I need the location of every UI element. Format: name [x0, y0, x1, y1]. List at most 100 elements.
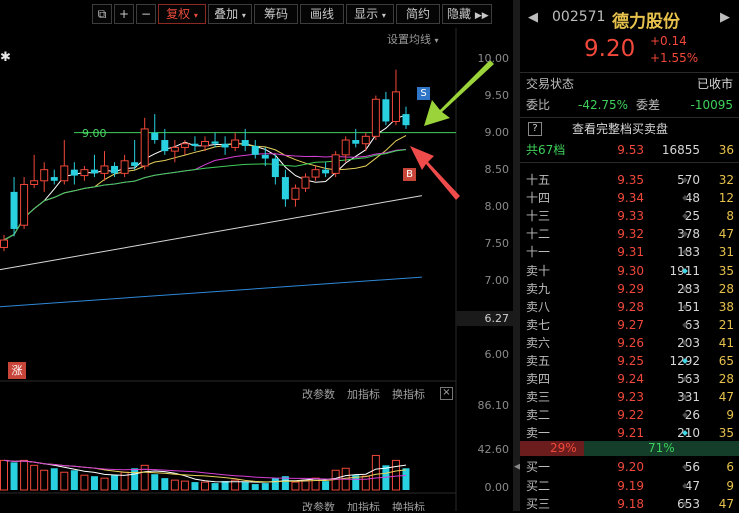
- volume-bar-up: [311, 477, 320, 491]
- sell-count: 47: [718, 390, 734, 405]
- volume-bar-up: [80, 474, 89, 491]
- sell-level-label: 卖十: [526, 263, 551, 278]
- overlay-button[interactable]: 叠加 ▾: [208, 4, 252, 24]
- hide-button[interactable]: 隐藏 ▶▶: [442, 4, 492, 24]
- sell-row[interactable]: 十三 9.33 25 8: [520, 207, 739, 225]
- candle-body-down: [382, 99, 390, 122]
- volume-bar-up: [180, 480, 189, 491]
- sell-row[interactable]: 十四 9.34 48 12: [520, 189, 739, 207]
- sell-price: 9.26: [617, 335, 644, 350]
- chips-button[interactable]: 筹码: [254, 4, 298, 24]
- sell-row[interactable]: 卖一 9.21 210 35: [520, 424, 739, 442]
- sell-volume: 63: [684, 317, 700, 332]
- candle-body-down: [70, 169, 78, 176]
- divider: [520, 72, 739, 73]
- candle-body-up: [30, 180, 39, 185]
- sell-row[interactable]: 卖六 9.26 203 41: [520, 334, 739, 352]
- sell-row[interactable]: 卖四 9.24 563 28: [520, 370, 739, 388]
- display-button[interactable]: 显示 ▾: [346, 4, 394, 24]
- total-levels-row[interactable]: 共67档 9.53 16855 36: [520, 141, 739, 159]
- ma-settings-link[interactable]: 设置均线 ▾: [387, 31, 439, 47]
- sell-row[interactable]: 卖七 9.27 63 21: [520, 316, 739, 334]
- sell-row[interactable]: 卖十 9.30 1911 35: [520, 262, 739, 280]
- full-book-row[interactable]: ? 查看完整档买卖盘: [520, 120, 739, 138]
- buy-price: 9.18: [617, 497, 644, 512]
- buy-row[interactable]: 买一 9.20 56 6: [520, 458, 739, 476]
- sell-count: 41: [718, 335, 734, 350]
- candle-body-down: [151, 132, 159, 141]
- candle-body-down: [352, 140, 360, 144]
- bid-ask-ratio-bar: 29% 71%: [520, 441, 739, 456]
- sell-row[interactable]: 卖九 9.29 283 28: [520, 280, 739, 298]
- kline-chart-area[interactable]: ⧉ + − 复权 ▾ 叠加 ▾ 筹码 画线 显示 ▾ 简约 隐藏 ▶▶ 设置均线…: [0, 0, 513, 511]
- candle-body-up: [60, 165, 69, 182]
- edit-params-link-2[interactable]: 改参数: [302, 499, 335, 511]
- add-indicator-link[interactable]: 加指标: [347, 386, 380, 402]
- zoom-out-icon[interactable]: −: [136, 4, 156, 24]
- sell-signal-marker[interactable]: S: [417, 87, 430, 100]
- red-arrow-annotation: [410, 146, 460, 200]
- sell-volume: 283: [677, 281, 700, 296]
- total-levels-price: 9.53: [617, 143, 644, 157]
- candle-body-up: [0, 239, 8, 248]
- sell-row[interactable]: 卖五 9.25 1292 65: [520, 352, 739, 370]
- sell-count: 35: [718, 263, 734, 278]
- full-book-link[interactable]: 查看完整档买卖盘: [572, 120, 668, 138]
- candle-body-down: [281, 177, 289, 200]
- vol-axis-mid: 42.60: [477, 443, 510, 456]
- kline-chart-svg[interactable]: [0, 0, 513, 511]
- sell-price: 9.29: [617, 281, 644, 296]
- candle-body-down: [261, 154, 269, 159]
- switch-indicator-link-2[interactable]: 换指标: [392, 499, 425, 511]
- sell-level-label: 十一: [526, 245, 551, 260]
- sell-row[interactable]: 卖二 9.22 26 9: [520, 406, 739, 424]
- sell-volume: 331: [677, 390, 700, 405]
- last-price: 9.20: [584, 36, 636, 62]
- add-indicator-link-2[interactable]: 加指标: [347, 499, 380, 511]
- candle-body-up: [391, 91, 400, 123]
- simple-button[interactable]: 简约: [396, 4, 440, 24]
- sell-volume: 25: [684, 209, 700, 224]
- sell-price: 9.23: [617, 390, 644, 405]
- volume-bar-up: [361, 475, 370, 491]
- zoom-in-icon[interactable]: +: [114, 4, 134, 24]
- close-indicator-icon[interactable]: ×: [440, 387, 453, 400]
- simple-label: 简约: [405, 7, 430, 21]
- ask-ratio-text: 71%: [648, 441, 675, 455]
- sell-row[interactable]: 卖八 9.28 151 38: [520, 298, 739, 316]
- sell-level-label: 卖五: [526, 354, 551, 368]
- buy-volume: 47: [684, 478, 700, 493]
- sell-price: 9.21: [617, 426, 644, 441]
- buy-signal-marker[interactable]: B: [403, 168, 416, 181]
- volume-bar-up: [201, 481, 209, 491]
- candle-body-down: [251, 145, 259, 155]
- candle-body-up: [100, 165, 109, 174]
- buy-row[interactable]: 买三 9.18 653 47: [520, 495, 739, 513]
- limit-up-text: 涨: [11, 364, 23, 377]
- total-levels-count: 36: [718, 143, 734, 157]
- candle-body-down: [322, 169, 330, 174]
- sell-count: 21: [718, 317, 734, 332]
- edit-params-link[interactable]: 改参数: [302, 386, 335, 402]
- fuquan-button[interactable]: 复权 ▾: [158, 4, 206, 24]
- candle-body-up: [40, 169, 49, 182]
- candle-body-down: [10, 191, 18, 229]
- buy-row[interactable]: 买二 9.19 47 9: [520, 477, 739, 495]
- sell-row[interactable]: 十五 9.35 570 32: [520, 171, 739, 189]
- window-icon[interactable]: ⧉: [92, 4, 112, 24]
- prev-stock-icon[interactable]: ◀: [528, 10, 538, 25]
- draw-line-button[interactable]: 画线: [300, 4, 344, 24]
- sell-row[interactable]: 十一 9.31 183 31: [520, 243, 739, 261]
- volume-bar-down: [50, 468, 58, 490]
- sell-level-label: 卖八: [526, 299, 551, 314]
- switch-indicator-link[interactable]: 换指标: [392, 386, 425, 402]
- sell-price: 9.27: [617, 317, 644, 332]
- panel-splitter[interactable]: ◀: [513, 0, 521, 511]
- sell-row[interactable]: 卖三 9.23 331 47: [520, 388, 739, 406]
- sell-row[interactable]: 十二 9.32 378 47: [520, 225, 739, 243]
- help-icon[interactable]: ?: [528, 122, 542, 136]
- sell-volume: 48: [684, 191, 700, 206]
- next-stock-icon[interactable]: ▶: [720, 10, 730, 25]
- dropdown-icon: ▾: [381, 11, 386, 20]
- bid-ratio-text: 29%: [550, 441, 577, 455]
